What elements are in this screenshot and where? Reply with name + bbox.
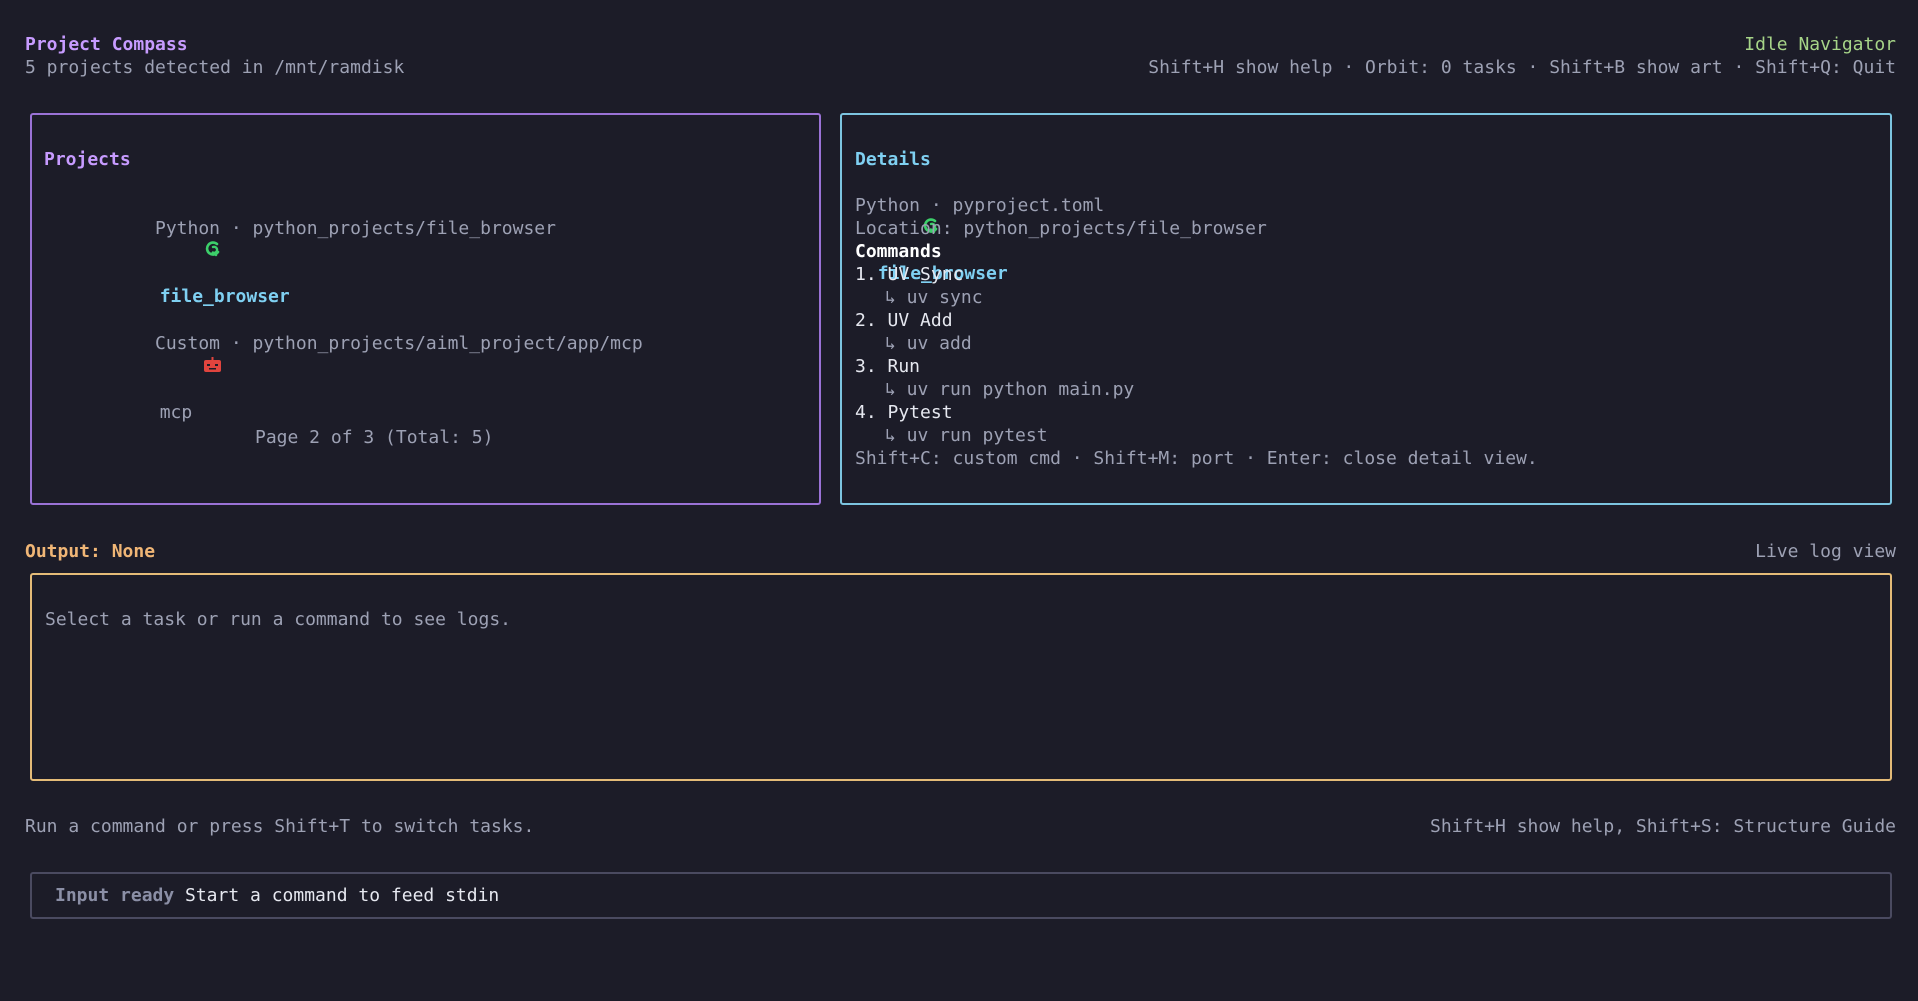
projects-panel-title: Projects <box>44 149 131 170</box>
footer-hints: Shift+H show help, Shift+S: Structure Gu… <box>1430 816 1896 837</box>
detail-project-location: Location: python_projects/file_browser <box>855 218 1267 239</box>
detail-project-meta: Python · pyproject.toml <box>855 195 1105 216</box>
command-text: ↳ uv sync <box>885 287 983 308</box>
project-name: mcp <box>159 402 193 423</box>
mode-label: Idle Navigator <box>1744 34 1896 55</box>
project-meta: Custom · python_projects/aiml_project/ap… <box>155 333 643 354</box>
app-subtitle: 5 projects detected in /mnt/ramdisk <box>25 57 405 78</box>
shortcut-hints: Shift+H show help · Orbit: 0 tasks · Shi… <box>1148 57 1896 78</box>
output-label: Output: None <box>25 541 156 562</box>
input-status-label: Input ready <box>55 885 175 906</box>
command-item-uv-add[interactable]: 2. UV Add <box>855 309 953 332</box>
project-item-file-browser[interactable]: file_browser <box>138 194 290 308</box>
output-log-panel[interactable] <box>30 573 1892 781</box>
project-item-mcp[interactable]: mcp <box>138 310 222 424</box>
live-log-label: Live log view <box>1755 541 1896 562</box>
command-text: ↳ uv run python main.py <box>885 379 1135 400</box>
pagination-label: Page 2 of 3 (Total: 5) <box>255 427 494 448</box>
details-panel-title: Details <box>855 149 931 170</box>
project-meta: Python · python_projects/file_browser <box>155 218 556 239</box>
app-title: Project Compass <box>25 34 188 55</box>
command-text: ↳ uv add <box>885 333 972 354</box>
project-name: file_browser <box>159 286 290 307</box>
command-text: ↳ uv run pytest <box>885 425 1048 446</box>
input-placeholder: Start a command to feed stdin <box>185 885 500 906</box>
detail-hints: Shift+C: custom cmd · Shift+M: port · En… <box>855 448 1538 469</box>
footer-status: Run a command or press Shift+T to switch… <box>25 816 535 837</box>
command-item-pytest[interactable]: 4. Pytest <box>855 401 953 424</box>
command-item-uv-sync[interactable]: 1. UV Sync <box>855 263 963 286</box>
commands-heading: Commands <box>855 241 942 262</box>
command-item-run[interactable]: 3. Run <box>855 355 920 378</box>
output-empty-message: Select a task or run a command to see lo… <box>45 609 511 630</box>
